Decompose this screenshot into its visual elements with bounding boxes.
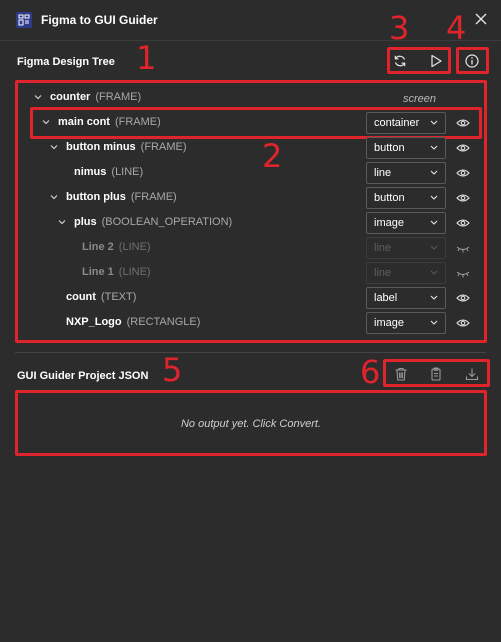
eye-icon[interactable] xyxy=(456,217,470,229)
eye-icon[interactable] xyxy=(456,167,470,179)
eye-icon[interactable] xyxy=(456,142,470,154)
tree-row-counter[interactable]: counter (FRAME) xyxy=(20,86,480,111)
chevron-down-icon[interactable] xyxy=(48,191,60,203)
widget-type-select[interactable]: label xyxy=(366,287,446,309)
refresh-icon xyxy=(394,55,406,67)
eye-closed-icon[interactable] xyxy=(456,267,470,279)
refresh-button[interactable] xyxy=(388,49,412,73)
chevron-down-icon xyxy=(430,120,438,125)
chevron-down-icon[interactable] xyxy=(56,216,68,228)
json-output-empty-message: No output yet. Click Convert. xyxy=(180,418,321,430)
download-icon xyxy=(465,368,479,381)
annotation-1: 1 xyxy=(136,39,157,77)
chevron-down-icon xyxy=(430,320,438,325)
node-label: count (TEXT) xyxy=(66,291,137,303)
tree-row-line-1[interactable]: Line 1 (LINE) line xyxy=(20,261,480,286)
trash-icon xyxy=(395,367,407,381)
tree-row-line-2[interactable]: Line 2 (LINE) line xyxy=(20,236,480,261)
tree-row-button-minus[interactable]: button minus (FRAME) button xyxy=(20,136,480,161)
tree-row-count[interactable]: count (TEXT) label xyxy=(20,286,480,311)
json-panel-title: GUI Guider Project JSON xyxy=(17,370,149,382)
widget-type-select[interactable]: container xyxy=(366,112,446,134)
title-bar: Figma to GUI Guider xyxy=(0,0,501,41)
widget-type-select[interactable]: button xyxy=(366,137,446,159)
clear-button[interactable] xyxy=(389,362,413,386)
widget-type-select: line xyxy=(366,237,446,259)
chevron-down-icon xyxy=(430,270,438,275)
node-label: Line 2 (LINE) xyxy=(82,241,151,253)
chevron-down-icon xyxy=(430,245,438,250)
app-logo-icon xyxy=(16,12,32,28)
widget-type-select[interactable]: image xyxy=(366,212,446,234)
tree-row-nimus[interactable]: nimus (LINE) line xyxy=(20,161,480,186)
chevron-down-icon xyxy=(430,195,438,200)
eye-icon[interactable] xyxy=(456,192,470,204)
clipboard-icon xyxy=(431,367,441,381)
eye-icon[interactable] xyxy=(456,117,470,129)
node-label: main cont (FRAME) xyxy=(58,116,161,128)
node-label: button minus (FRAME) xyxy=(66,141,187,153)
chevron-down-icon xyxy=(430,220,438,225)
window-title: Figma to GUI Guider xyxy=(41,13,158,27)
annotation-4: 4 xyxy=(446,9,467,47)
chevron-down-icon[interactable] xyxy=(40,116,52,128)
annotation-3: 3 xyxy=(389,9,410,47)
chevron-down-icon[interactable] xyxy=(48,141,60,153)
close-button[interactable] xyxy=(473,11,489,27)
chevron-down-icon xyxy=(430,170,438,175)
info-icon xyxy=(465,54,479,68)
play-icon xyxy=(431,54,442,68)
widget-type-select[interactable]: image xyxy=(366,312,446,334)
download-button[interactable] xyxy=(460,362,484,386)
eye-icon[interactable] xyxy=(456,292,470,304)
eye-closed-icon[interactable] xyxy=(456,242,470,254)
section-divider xyxy=(15,352,486,353)
chevron-down-icon xyxy=(430,145,438,150)
design-tree-title: Figma Design Tree xyxy=(17,56,115,68)
node-label: counter (FRAME) xyxy=(50,91,142,103)
tree-row-main-cont[interactable]: main cont (FRAME) container xyxy=(20,111,480,136)
annotation-5: 5 xyxy=(162,351,183,389)
tree-row-nxp-logo[interactable]: NXP_Logo (RECTANGLE) image xyxy=(20,311,480,336)
chevron-down-icon xyxy=(430,295,438,300)
node-label: NXP_Logo (RECTANGLE) xyxy=(66,316,201,328)
tree-row-button-plus[interactable]: button plus (FRAME) button xyxy=(20,186,480,211)
close-icon xyxy=(475,13,487,25)
copy-button[interactable] xyxy=(424,362,448,386)
chevron-down-icon[interactable] xyxy=(32,91,44,103)
node-label: plus (BOOLEAN_OPERATION) xyxy=(74,216,233,228)
node-label: Line 1 (LINE) xyxy=(82,266,151,278)
tree-row-plus[interactable]: plus (BOOLEAN_OPERATION) image xyxy=(20,211,480,236)
widget-type-select[interactable]: line xyxy=(366,162,446,184)
node-label: nimus (LINE) xyxy=(74,166,144,178)
convert-button[interactable] xyxy=(424,49,448,73)
eye-icon[interactable] xyxy=(456,317,470,329)
info-button[interactable] xyxy=(460,49,484,73)
node-label: button plus (FRAME) xyxy=(66,191,177,203)
annotation-6: 6 xyxy=(360,353,381,391)
widget-type-select[interactable]: button xyxy=(366,187,446,209)
widget-type-select: line xyxy=(366,262,446,284)
